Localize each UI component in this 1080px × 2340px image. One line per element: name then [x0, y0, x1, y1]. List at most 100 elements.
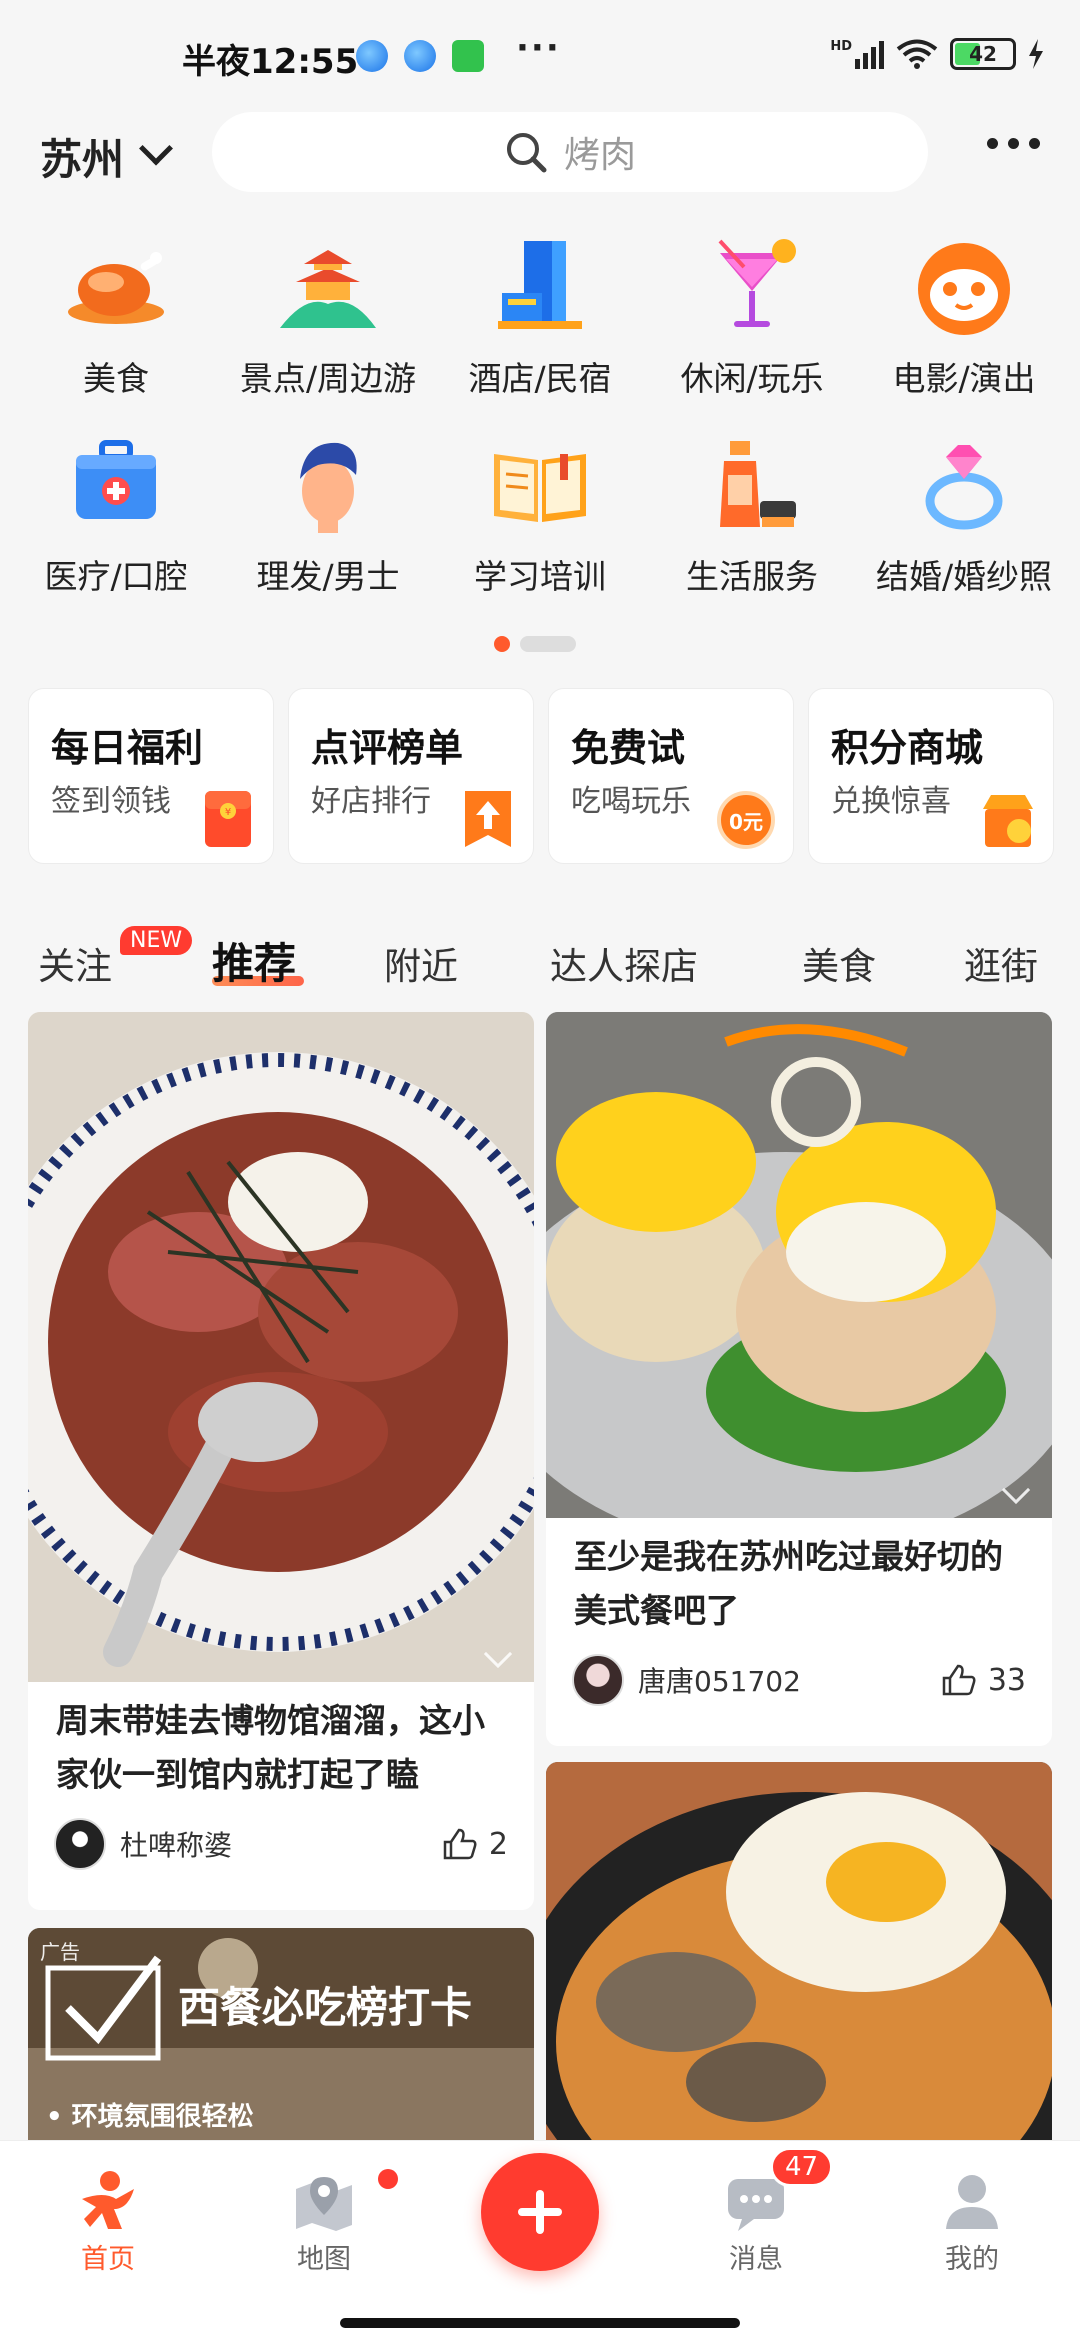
feed-card-ad[interactable]: 广告 西餐必吃榜打卡 • 环境氛围很轻松 [28, 1928, 534, 2168]
category-movies[interactable]: 电影/演出 [858, 232, 1070, 400]
haircut-head-icon [273, 430, 383, 540]
category-hotel[interactable]: 酒店/民宿 [434, 232, 646, 400]
noodles-image [546, 1762, 1052, 2172]
feed-card-right[interactable]: 至少是我在苏州吃过最好切的美式餐吧了 唐唐051702 33 [546, 1012, 1052, 1746]
category-life-services[interactable]: 生活服务 [646, 430, 858, 598]
tab-expert-visits[interactable]: 达人探店 [550, 936, 698, 990]
cat-face-icon [909, 232, 1019, 342]
nav-map[interactable]: 地图 [264, 2169, 384, 2276]
battery-icon: 42 [950, 38, 1016, 70]
nav-label: 消息 [729, 2244, 783, 2275]
author-name[interactable]: 杜啤称婆 [120, 1824, 443, 1864]
status-time: 半夜12:55 [182, 42, 359, 82]
like-count: 2 [488, 1826, 508, 1862]
cocktail-icon [697, 232, 807, 342]
pager-dot [520, 636, 576, 652]
promo-daily-benefit[interactable]: 每日福利 签到领钱 ¥ [28, 688, 274, 864]
status-bar: 半夜12:55 ··· HD 42 [0, 0, 1080, 110]
avatar[interactable] [54, 1818, 106, 1870]
search-icon [506, 133, 547, 173]
browser-e-icon-2 [404, 40, 436, 72]
feed-tabs: 关注 NEW 推荐 附近 达人探店 美食 逛街 [0, 920, 1080, 1000]
user-icon [946, 2175, 998, 2229]
feed-card-meta: 唐唐051702 33 [546, 1654, 1052, 1706]
messages-count-badge: 47 [770, 2147, 834, 2187]
category-food[interactable]: 美食 [10, 232, 222, 400]
chevron-down-icon [139, 131, 173, 165]
feed-card-title: 至少是我在苏州吃过最好切的美式餐吧了 [574, 1537, 1003, 1630]
ad-subtitle: • 环境氛围很轻松 [46, 2102, 254, 2132]
pager-dot-active [494, 636, 510, 652]
category-haircut[interactable]: 理发/男士 [222, 430, 434, 598]
author-name[interactable]: 唐唐051702 [638, 1660, 942, 1700]
top-header: 苏州 烤肉 [0, 110, 1080, 196]
category-label: 景点/周边游 [239, 359, 417, 398]
promo-title: 点评榜单 [311, 726, 464, 770]
red-envelope-icon: ¥ [205, 791, 251, 847]
wifi-icon [896, 39, 938, 69]
category-label: 结婚/婚纱照 [875, 557, 1053, 596]
promo-free-trial[interactable]: 免费试 吃喝玩乐 0元 [548, 688, 794, 864]
home-runner-icon [82, 2171, 134, 2229]
search-bar[interactable]: 烤肉 [212, 112, 928, 192]
map-pin-icon [296, 2177, 352, 2231]
zero-yuan-label: 0元 [729, 809, 763, 834]
shop-icon [983, 795, 1033, 847]
ad-headline: 西餐必吃榜打卡 [178, 1983, 473, 2032]
roast-chicken-icon [61, 232, 171, 342]
thumbs-up-icon [443, 1828, 477, 1860]
tab-follow[interactable]: 关注 [38, 936, 112, 990]
diamond-ring-icon [909, 430, 1019, 540]
more-options-button[interactable] [987, 138, 1040, 149]
category-medical[interactable]: 医疗/口腔 [10, 430, 222, 598]
feed-card-noodles[interactable] [546, 1762, 1052, 2172]
plus-icon [518, 2190, 562, 2234]
battery-level: 42 [969, 42, 997, 66]
tab-recommend[interactable]: 推荐 [212, 930, 296, 991]
feed-card-left[interactable]: 周末带娃去博物馆溜溜，这小家伙一到馆内就打起了瞌 杜啤称婆 2 [28, 1012, 534, 1910]
tab-shopping[interactable]: 逛街 [964, 936, 1038, 990]
hd-label: HD [830, 39, 852, 54]
feed-image-beef-bowl [28, 1012, 534, 1682]
category-pager [494, 636, 576, 652]
promo-title: 每日福利 [51, 726, 204, 770]
svg-text:¥: ¥ [225, 807, 231, 818]
category-label: 理发/男士 [256, 557, 400, 596]
feed-card-title: 周末带娃去博物馆溜溜，这小家伙一到馆内就打起了瞌 [56, 1701, 485, 1794]
promo-points-mall[interactable]: 积分商城 兑换惊喜 [808, 688, 1054, 864]
category-label: 医疗/口腔 [44, 557, 188, 596]
like-count: 33 [987, 1662, 1026, 1698]
zero-yuan-badge: 0元 [717, 791, 775, 849]
nav-label: 我的 [945, 2244, 999, 2275]
tab-nearby[interactable]: 附近 [384, 936, 458, 990]
avatar[interactable] [572, 1654, 624, 1706]
promo-title: 积分商城 [831, 726, 984, 770]
nav-home[interactable]: 首页 [48, 2169, 168, 2276]
medical-kit-icon [61, 430, 171, 540]
category-label: 学习培训 [474, 557, 606, 596]
nav-profile[interactable]: 我的 [912, 2169, 1032, 2276]
promo-rankings[interactable]: 点评榜单 好店排行 [288, 688, 534, 864]
nav-label: 首页 [81, 2244, 135, 2275]
category-label: 生活服务 [686, 557, 818, 596]
map-notification-dot [378, 2169, 398, 2189]
city-name: 苏州 [40, 135, 125, 184]
category-label: 休闲/玩乐 [680, 359, 824, 398]
like-button[interactable]: 33 [942, 1663, 1026, 1698]
category-education[interactable]: 学习培训 [434, 430, 646, 598]
category-leisure[interactable]: 休闲/玩乐 [646, 232, 858, 400]
beef-bowl-image [28, 1012, 534, 1682]
add-post-button[interactable] [481, 2153, 599, 2271]
hd-signal-icon: HD [830, 39, 884, 69]
category-wedding[interactable]: 结婚/婚纱照 [858, 430, 1070, 598]
tab-food[interactable]: 美食 [802, 936, 876, 990]
promo-title: 免费试 [571, 726, 686, 770]
category-label: 酒店/民宿 [468, 359, 612, 398]
hotel-building-icon [485, 232, 595, 342]
city-selector[interactable]: 苏州 [40, 126, 173, 187]
category-attractions[interactable]: 景点/周边游 [222, 232, 434, 400]
bottom-nav: 首页 地图 消息 47 我的 [0, 2140, 1080, 2340]
category-label: 美食 [83, 359, 149, 398]
category-label: 电影/演出 [892, 359, 1036, 398]
like-button[interactable]: 2 [443, 1827, 508, 1862]
